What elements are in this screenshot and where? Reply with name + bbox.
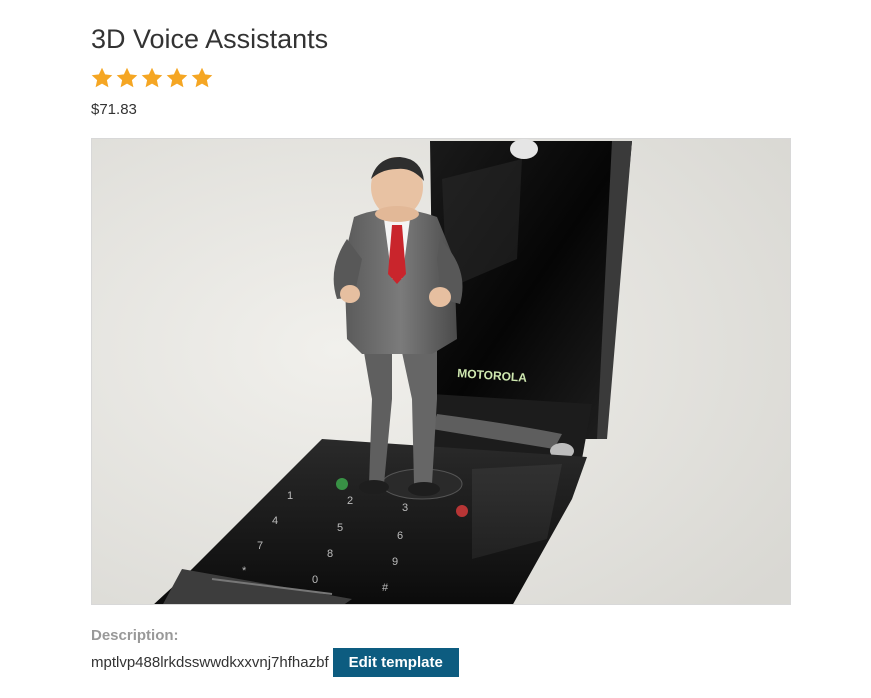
description-row: mptlvp488lrkdsswwdkxxvnj7hfhazbf Edit te… (91, 648, 459, 677)
star-icon (116, 67, 138, 88)
svg-text:9: 9 (392, 556, 398, 568)
product-image: MOTOROLA 1 2 3 4 5 6 7 8 9 * 0 # (91, 138, 791, 605)
star-icon (141, 67, 163, 88)
star-icon (166, 67, 188, 88)
svg-text:5: 5 (337, 522, 343, 534)
star-icon (191, 67, 213, 88)
svg-text:8: 8 (327, 548, 333, 560)
description-label: Description: (91, 627, 179, 644)
svg-text:7: 7 (257, 540, 263, 552)
product-page: 3D Voice Assistants $71.83 MOTOROLA 1 2 … (0, 0, 871, 698)
svg-text:3: 3 (402, 502, 408, 514)
rating-stars (90, 66, 214, 90)
product-title: 3D Voice Assistants (91, 24, 329, 54)
description-text: mptlvp488lrkdsswwdkxxvnj7hfhazbf (91, 653, 329, 671)
svg-text:#: # (382, 582, 389, 594)
product-price: $71.83 (91, 101, 137, 118)
svg-text:1: 1 (287, 490, 293, 502)
star-icon (91, 67, 113, 88)
svg-text:*: * (242, 565, 247, 577)
svg-text:6: 6 (397, 530, 403, 542)
svg-text:0: 0 (312, 574, 318, 586)
svg-text:2: 2 (347, 495, 353, 507)
edit-template-button[interactable]: Edit template (332, 648, 459, 677)
svg-text:4: 4 (272, 515, 278, 527)
